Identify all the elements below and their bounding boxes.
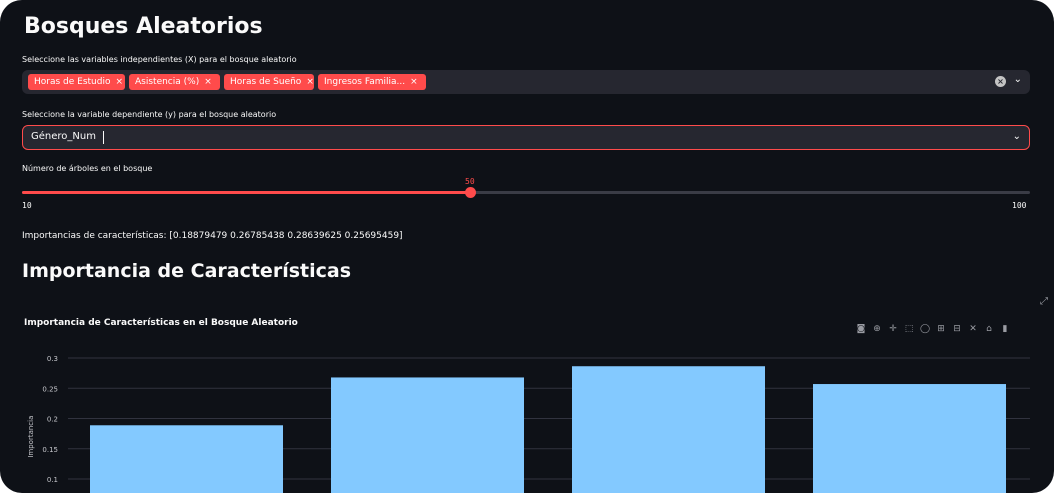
- clear-all-icon[interactable]: ×: [995, 76, 1006, 87]
- importances-text: Importancias de características: [0.1887…: [22, 231, 403, 241]
- text-caret: [103, 131, 104, 144]
- trees-slider[interactable]: [22, 187, 1030, 198]
- chip-asistencia[interactable]: Asistencia (%) ×: [129, 74, 220, 90]
- bar-1[interactable]: [90, 425, 283, 493]
- remove-chip-icon[interactable]: ×: [410, 77, 418, 87]
- y-tick-label: 0.3: [47, 355, 58, 363]
- chip-ingresos-familiares[interactable]: Ingresos Familia... ×: [318, 74, 426, 90]
- y-axis-label: Importancia: [27, 416, 35, 458]
- chip-horas-sueno[interactable]: Horas de Sueño ×: [224, 74, 314, 90]
- bar-4[interactable]: [813, 384, 1006, 493]
- features-multiselect[interactable]: Horas de Estudio × Asistencia (%) × Horas …: [22, 70, 1030, 94]
- remove-chip-icon[interactable]: ×: [115, 77, 123, 87]
- target-select-value: Género_Num: [31, 131, 96, 142]
- y-tick-label: 0.15: [42, 446, 58, 454]
- chevron-down-icon[interactable]: ⌄: [1014, 74, 1022, 85]
- remove-chip-icon[interactable]: ×: [306, 77, 314, 87]
- y-tick-label: 0.1: [47, 476, 58, 484]
- remove-chip-icon[interactable]: ×: [204, 77, 212, 87]
- slider-fill: [22, 191, 470, 194]
- chip-horas-estudio[interactable]: Horas de Estudio ×: [28, 74, 125, 90]
- y-tick-label: 0.2: [47, 416, 58, 424]
- y-tick-label: 0.25: [42, 385, 58, 393]
- app-frame: Bosques Aleatorios Seleccione las variab…: [0, 0, 1054, 493]
- slider-max-label: 100: [1012, 201, 1027, 210]
- slider-thumb[interactable]: [464, 187, 476, 198]
- target-label: Seleccione la variable dependiente (y) p…: [22, 110, 277, 119]
- chevron-down-icon[interactable]: ⌄: [1013, 131, 1021, 142]
- slider-min-label: 10: [22, 201, 32, 210]
- slider-current-value: 50: [465, 177, 475, 186]
- section-title: Importancia de Características: [22, 260, 352, 282]
- features-label: Seleccione las variables independientes …: [22, 55, 297, 64]
- bar-3[interactable]: [572, 366, 765, 493]
- bar-chart: 0.3 0.25 0.2 0.15 0.1 Importancia: [27, 355, 1030, 493]
- page-title: Bosques Aleatorios: [24, 14, 263, 39]
- trees-slider-label: Número de árboles en el bosque: [22, 164, 153, 173]
- target-select[interactable]: Género_Num ⌄: [22, 125, 1030, 150]
- bar-2[interactable]: [331, 377, 524, 493]
